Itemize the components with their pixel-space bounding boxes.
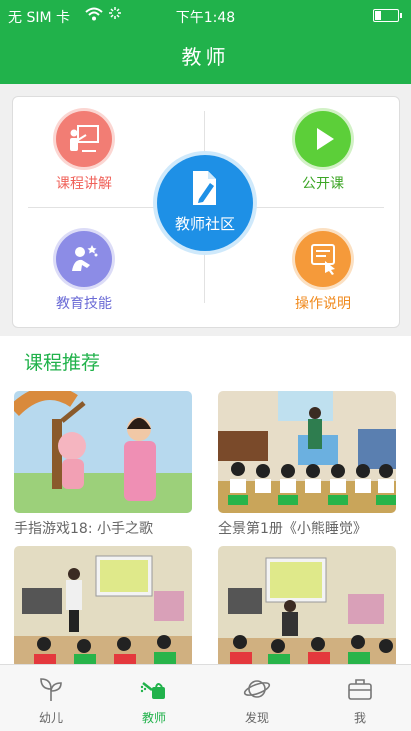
tab-label: 教师	[141, 711, 166, 725]
tab-label: 发现	[244, 711, 269, 725]
open-class-button[interactable]: 公开课	[263, 111, 383, 193]
planet-icon	[243, 675, 271, 703]
video-card[interactable]	[14, 546, 192, 673]
status-time: 下午1:48	[175, 10, 236, 26]
tab-teacher[interactable]: 教师	[103, 665, 205, 731]
teaching-board-icon	[56, 111, 112, 167]
video-thumbnail	[218, 391, 396, 513]
watering-can-icon	[140, 675, 168, 703]
page-title: 教师	[0, 30, 411, 84]
tab-kids[interactable]: 幼儿	[0, 665, 102, 731]
course-explain-label: 课程讲解	[56, 176, 112, 192]
video-title: 手指游戏18: 小手之歌	[14, 521, 153, 537]
open-class-label: 公开课	[302, 176, 344, 192]
video-card[interactable]: 全景第1册《小熊睡觉》	[218, 391, 396, 538]
course-recommendations: 课程推荐 手指游戏18: 小手之歌 全景第1册《小熊睡觉》	[0, 336, 411, 668]
video-title: 全景第1册《小熊睡觉》	[218, 521, 367, 537]
education-skills-button[interactable]: 教育技能	[24, 231, 144, 313]
video-card[interactable]	[218, 546, 396, 673]
tab-discover[interactable]: 发现	[206, 665, 308, 731]
skills-person-icon	[56, 231, 112, 287]
feature-panel: 课程讲解 公开课 教育技能 操作说明 教师社区	[12, 96, 400, 328]
teacher-community-label: 教师社区	[174, 215, 235, 233]
video-thumbnail	[14, 391, 192, 513]
tab-me[interactable]: 我	[309, 665, 411, 731]
education-skills-label: 教育技能	[56, 296, 112, 312]
tab-bar: 幼儿 教师 发现 我	[0, 664, 411, 731]
tab-label: 我	[353, 711, 366, 725]
status-bar: 无 SIM 卡 下午1:48	[0, 0, 411, 30]
briefcase-icon	[346, 675, 374, 703]
course-explain-button[interactable]: 课程讲解	[24, 111, 144, 193]
sprout-icon	[37, 675, 65, 703]
video-thumbnail	[14, 546, 192, 668]
instructions-label: 操作说明	[295, 296, 351, 312]
teacher-community-button[interactable]: 教师社区	[153, 151, 257, 255]
instructions-button[interactable]: 操作说明	[263, 231, 383, 313]
battery-icon	[373, 9, 402, 22]
play-icon	[295, 111, 351, 167]
video-thumbnail	[218, 546, 396, 668]
video-card[interactable]: 手指游戏18: 小手之歌	[14, 391, 192, 538]
section-title: 课程推荐	[24, 352, 101, 374]
tab-label: 幼儿	[38, 711, 63, 725]
touch-screen-icon	[295, 231, 351, 287]
